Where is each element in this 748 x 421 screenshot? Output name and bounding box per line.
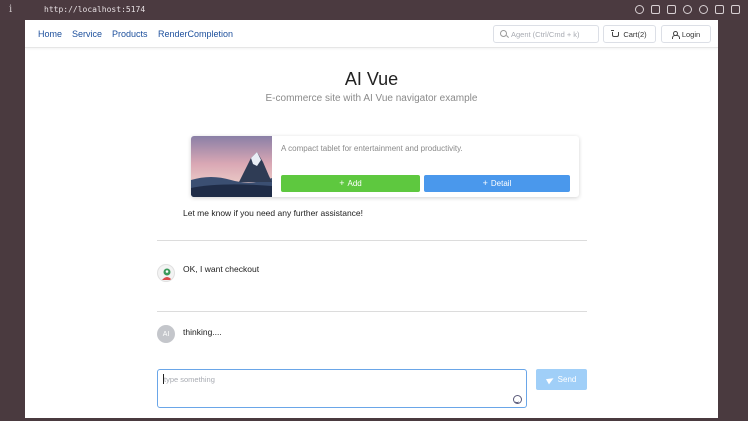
- plus-icon: +: [339, 178, 345, 188]
- chat-divider: [157, 311, 587, 312]
- page-title: AI Vue: [344, 69, 399, 89]
- ai-status: thinking....: [183, 327, 222, 337]
- link-icon[interactable]: [635, 5, 644, 14]
- user-avatar: [157, 264, 175, 282]
- top-nav: Home Service Products RenderCompletion A…: [25, 20, 718, 48]
- window-frame-right: [718, 20, 748, 421]
- user-icon: [671, 30, 680, 39]
- screen-icon[interactable]: [651, 5, 660, 14]
- login-label: Login: [681, 29, 701, 39]
- browser-toolbar: i http://localhost:5174: [0, 0, 748, 20]
- chat-placeholder: type something: [164, 375, 215, 384]
- info-icon[interactable]: i: [9, 4, 15, 16]
- emoji-icon[interactable]: [513, 395, 522, 404]
- product-description: A compact tablet for entertainment and p…: [281, 144, 463, 153]
- nav-products[interactable]: Products: [112, 29, 148, 39]
- cart-icon: [611, 29, 620, 37]
- user-message: OK, I want checkout: [183, 264, 260, 274]
- window-frame-left: [0, 20, 25, 421]
- address-bar[interactable]: http://localhost:5174: [44, 5, 145, 14]
- browser-actions: [635, 4, 740, 16]
- search-icon: [500, 30, 507, 37]
- cart-label: Cart(2): [623, 29, 647, 39]
- chat-input[interactable]: type something: [157, 369, 527, 408]
- detail-label: Detail: [490, 179, 512, 188]
- page-viewport: Home Service Products RenderCompletion A…: [25, 20, 718, 418]
- nav-home[interactable]: Home: [38, 29, 62, 39]
- login-button[interactable]: Login: [661, 25, 711, 43]
- target-icon[interactable]: [699, 5, 708, 14]
- settings-icon[interactable]: [683, 5, 692, 14]
- add-label: Add: [347, 179, 362, 188]
- chat-divider: [157, 240, 587, 241]
- send-button[interactable]: Send: [536, 369, 587, 390]
- add-button[interactable]: + Add: [281, 175, 420, 192]
- nav-service[interactable]: Service: [72, 29, 102, 39]
- sidebar-icon[interactable]: [731, 5, 740, 14]
- product-card: A compact tablet for entertainment and p…: [191, 136, 579, 197]
- send-label: Send: [557, 375, 577, 384]
- plus-icon: +: [482, 178, 488, 188]
- mail-icon[interactable]: [667, 5, 676, 14]
- search-placeholder: Agent (Ctrl/Cmd + k): [511, 30, 580, 39]
- agent-search-input[interactable]: Agent (Ctrl/Cmd + k): [493, 25, 599, 43]
- product-image: [191, 136, 272, 197]
- page-subtitle: E-commerce site with AI Vue navigator ex…: [265, 93, 478, 104]
- send-icon: [545, 375, 555, 384]
- assistant-message: Let me know if you need any further assi…: [183, 208, 364, 218]
- cart-button[interactable]: Cart(2): [603, 25, 656, 43]
- ai-avatar: AI: [157, 325, 175, 343]
- nav-render-completion[interactable]: RenderCompletion: [158, 29, 233, 39]
- document-icon[interactable]: [715, 5, 724, 14]
- detail-button[interactable]: + Detail: [424, 175, 570, 192]
